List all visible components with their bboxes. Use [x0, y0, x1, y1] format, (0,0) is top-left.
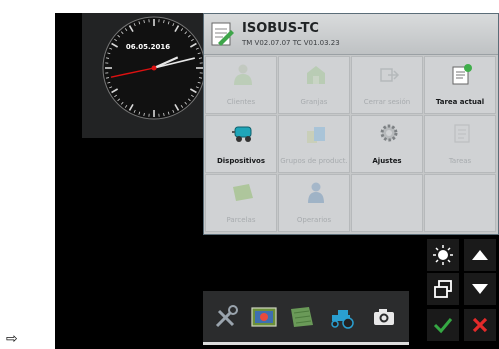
tractor-icon[interactable]: [329, 305, 355, 329]
window-switch-icon: [434, 280, 452, 298]
brightness-icon: [433, 245, 453, 265]
terminal-screen: 06.05.2016 ISOBUS-TC TM V02.07.07 TC V01…: [55, 13, 499, 349]
tile-grupos-producto[interactable]: Grupos de product.: [278, 115, 350, 173]
tile-tarea-actual[interactable]: Tarea actual: [424, 56, 496, 114]
window-switch-button[interactable]: [427, 273, 459, 305]
confirm-button[interactable]: [427, 309, 459, 341]
product-group-icon: [307, 127, 325, 143]
gear-icon: [380, 124, 398, 142]
terminal-icon[interactable]: [251, 305, 277, 329]
tile-empty: [351, 174, 423, 232]
cancel-icon: [472, 317, 488, 333]
task-list-icon: [454, 124, 470, 143]
confirm-icon: [433, 318, 453, 334]
tile-label: Dispositivos: [216, 157, 266, 165]
tile-label: Cerrar sesión: [363, 98, 411, 106]
cancel-button[interactable]: [464, 309, 496, 341]
app-title: ISOBUS-TC: [242, 21, 319, 36]
app-version: TM V02.07.07 TC V01.03.23: [242, 39, 340, 47]
arrow-up-icon: [472, 250, 488, 260]
logout-icon: [380, 68, 400, 82]
tile-label: Tareas: [448, 157, 472, 165]
menu-grid: Clientes Granjas Cerrar sesión Tarea act…: [205, 56, 497, 233]
scroll-down-button[interactable]: [464, 273, 496, 305]
tile-granjas[interactable]: Granjas: [278, 56, 350, 114]
tile-tareas[interactable]: Tareas: [424, 115, 496, 173]
current-task-icon: [452, 64, 472, 85]
tools-icon[interactable]: [213, 305, 239, 329]
field-icon: [233, 184, 253, 201]
tile-label: Clientes: [226, 98, 256, 106]
bottom-app-bar: [203, 291, 409, 343]
camera-icon[interactable]: [371, 305, 397, 329]
tile-parcelas[interactable]: Parcelas: [205, 174, 277, 232]
arrow-down-icon: [472, 284, 488, 294]
tile-label: Tarea actual: [435, 98, 485, 106]
tile-operarios[interactable]: Operarios: [278, 174, 350, 232]
scroll-up-button[interactable]: [464, 239, 496, 271]
person-icon: [234, 64, 252, 85]
tile-label: Grupos de product.: [280, 157, 348, 165]
tile-dispositivos[interactable]: Dispositivos: [205, 115, 277, 173]
tile-label: Ajustes: [372, 157, 402, 165]
map-icon[interactable]: [289, 305, 315, 329]
app-header: ISOBUS-TC TM V02.07.07 TC V01.03.23: [204, 14, 498, 55]
app-task-icon: [211, 22, 234, 46]
tile-clientes[interactable]: Clientes: [205, 56, 277, 114]
tile-empty: [424, 174, 496, 232]
tile-label: Parcelas: [226, 216, 256, 224]
isobus-tc-window: ISOBUS-TC TM V02.07.07 TC V01.03.23 Clie…: [203, 13, 499, 235]
barn-icon: [307, 66, 325, 84]
tile-label: Granjas: [300, 98, 328, 106]
tile-label: Operarios: [296, 216, 332, 224]
tile-cerrar-sesion[interactable]: Cerrar sesión: [351, 56, 423, 114]
bottom-bar-indicator: [203, 342, 409, 345]
clock-date: 06.05.2016: [126, 43, 170, 51]
pointer-arrow: ⇨: [6, 331, 18, 347]
tile-ajustes[interactable]: Ajustes: [351, 115, 423, 173]
brightness-button[interactable]: [427, 239, 459, 271]
sprayer-icon: [232, 126, 252, 142]
operator-icon: [308, 182, 324, 203]
